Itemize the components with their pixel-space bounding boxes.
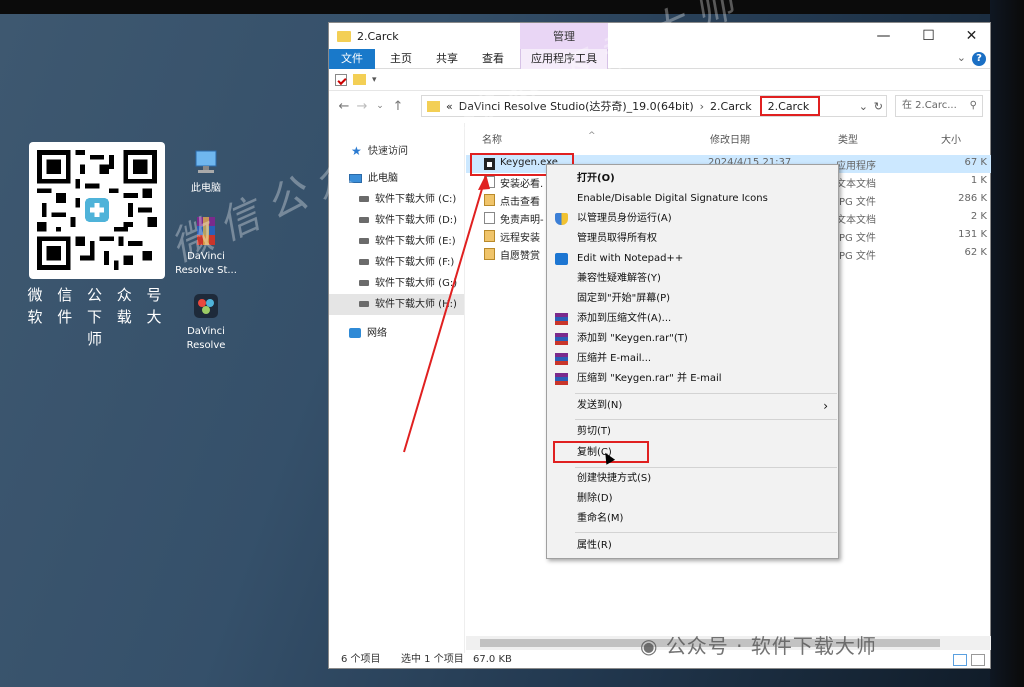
menu-item-rename[interactable]: 重命名(M) — [547, 509, 838, 529]
wechat-icon: ◉ — [640, 634, 666, 658]
menu-item-create-shortcut[interactable]: 创建快捷方式(S) — [547, 469, 838, 489]
winrar-icon — [555, 373, 568, 385]
menu-item-notepadpp[interactable]: Edit with Notepad++ — [547, 249, 838, 269]
menu-item-properties[interactable]: 属性(R) — [547, 536, 838, 556]
menu-separator — [575, 419, 837, 420]
menu-item-compress-rar-email[interactable]: 压缩到 "Keygen.rar" 并 E-mail — [547, 369, 838, 389]
menu-item-send-to[interactable]: 发送到(N) › — [547, 396, 838, 416]
menu-item-digital-signature[interactable]: Enable/Disable Digital Signature Icons — [547, 189, 838, 209]
notepad-icon — [555, 253, 568, 265]
menu-item-open[interactable]: 打开(O) — [547, 169, 838, 189]
winrar-icon — [555, 333, 568, 345]
winrar-icon — [555, 313, 568, 325]
chevron-right-icon: › — [823, 399, 828, 413]
menu-separator — [575, 393, 837, 394]
winrar-icon — [555, 353, 568, 365]
menu-item-delete[interactable]: 删除(D) — [547, 489, 838, 509]
watermark-bottom: ◉ 公众号 · 软件下载大师 — [640, 634, 877, 658]
menu-item-compress-email[interactable]: 压缩并 E-mail... — [547, 349, 838, 369]
menu-item-cut[interactable]: 剪切(T) — [547, 422, 838, 442]
context-menu: 打开(O) Enable/Disable Digital Signature I… — [546, 164, 839, 559]
menu-item-add-archive[interactable]: 添加到压缩文件(A)... — [547, 309, 838, 329]
menu-item-take-ownership[interactable]: 管理员取得所有权 — [547, 229, 838, 249]
menu-separator — [575, 467, 837, 468]
menu-item-add-keygen-rar[interactable]: 添加到 "Keygen.rar"(T) — [547, 329, 838, 349]
menu-item-compat[interactable]: 兼容性疑难解答(Y) — [547, 269, 838, 289]
copy-highlight-box — [553, 441, 649, 463]
shield-icon — [555, 213, 568, 225]
menu-item-pin-start[interactable]: 固定到"开始"屏幕(P) — [547, 289, 838, 309]
menu-separator — [575, 532, 837, 533]
menu-item-run-as-admin[interactable]: 以管理员身份运行(A) — [547, 209, 838, 229]
